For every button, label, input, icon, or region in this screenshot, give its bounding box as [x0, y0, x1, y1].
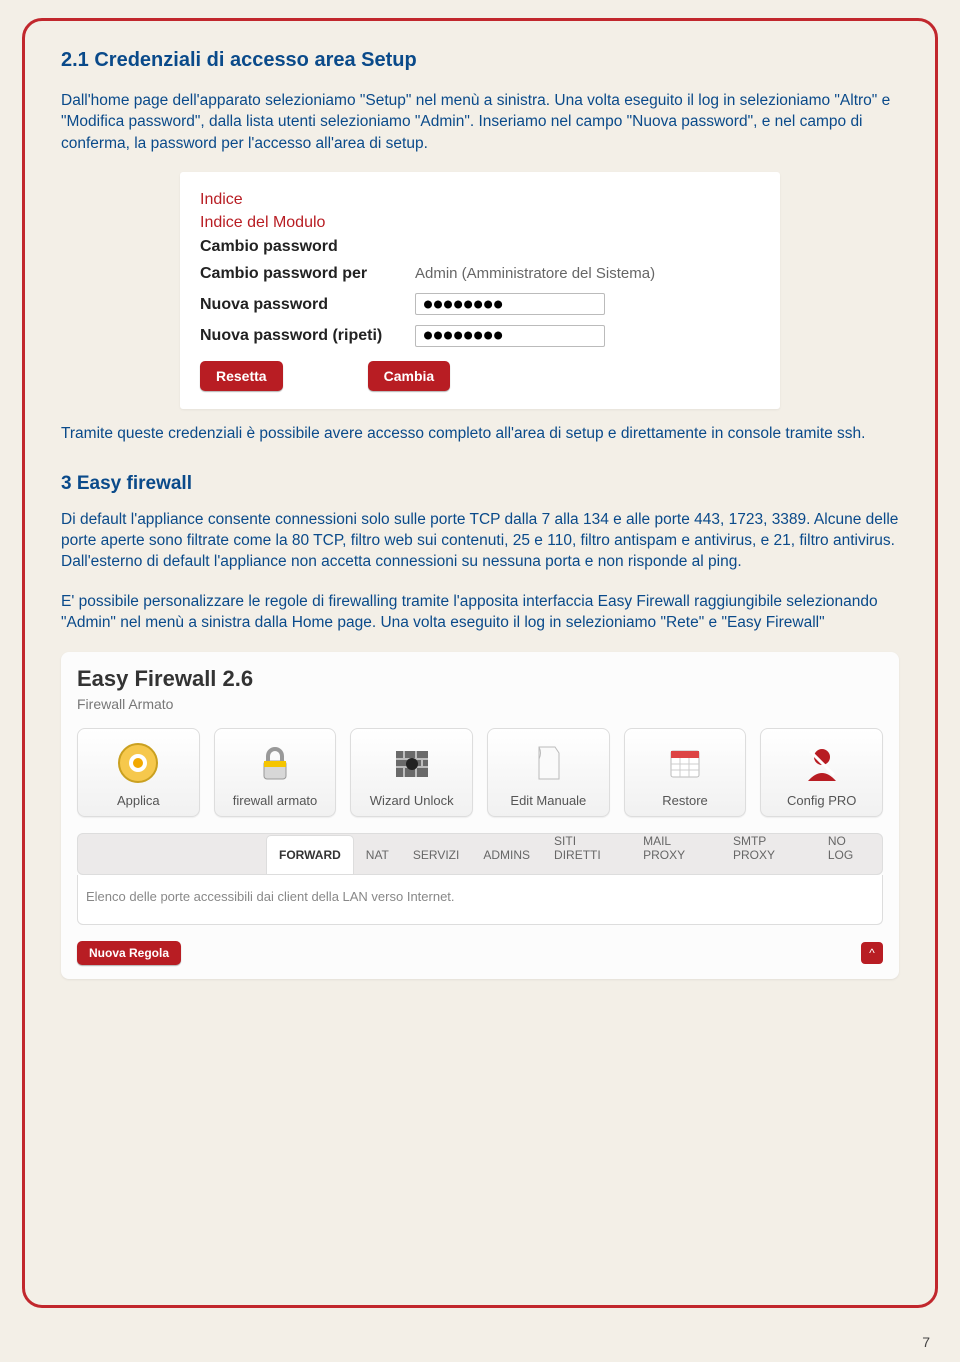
- link-indice-modulo[interactable]: Indice del Modulo: [200, 211, 760, 234]
- calendar-icon: [629, 739, 742, 787]
- toolbar-btn-restore[interactable]: Restore: [624, 728, 747, 817]
- tab-mail-proxy[interactable]: MAIL PROXY: [631, 833, 721, 874]
- change-button[interactable]: Cambia: [368, 361, 451, 391]
- tab-servizi[interactable]: SERVIZI: [401, 836, 471, 874]
- toolbar-btn-applica[interactable]: Applica: [77, 728, 200, 817]
- toolbar-label: Restore: [629, 793, 742, 808]
- tab-no-log[interactable]: NO LOG: [816, 833, 882, 874]
- input-nuova-password-ripeti[interactable]: [415, 325, 605, 347]
- tab-smtp-proxy[interactable]: SMTP PROXY: [721, 833, 816, 874]
- toolbar-label: Config PRO: [765, 793, 878, 808]
- reset-button[interactable]: Resetta: [200, 361, 283, 391]
- screenshot-easy-firewall: Easy Firewall 2.6 Firewall Armato Applic…: [61, 652, 899, 979]
- paragraph-firewall-1: Di default l'appliance consente connessi…: [61, 509, 899, 573]
- lock-icon: [219, 739, 332, 787]
- brickwall-icon: [355, 739, 468, 787]
- toolbar-label: Wizard Unlock: [355, 793, 468, 808]
- tab-description: Elenco delle porte accessibili dai clien…: [77, 875, 883, 925]
- toolbar-btn-edit[interactable]: Edit Manuale: [487, 728, 610, 817]
- toolbar-btn-armato[interactable]: firewall armato: [214, 728, 337, 817]
- label-cambio-password-per: Cambio password per: [200, 262, 405, 285]
- firewall-tabs: FORWARD NAT SERVIZI ADMINS SITI DIRETTI …: [77, 833, 883, 875]
- collapse-button[interactable]: ^: [861, 942, 883, 964]
- firewall-subtitle: Firewall Armato: [77, 696, 883, 712]
- value-user: Admin (Amministratore del Sistema): [415, 265, 655, 282]
- user-pro-icon: [765, 739, 878, 787]
- toolbar-btn-wizard[interactable]: Wizard Unlock: [350, 728, 473, 817]
- label-cambio-password: Cambio password: [200, 235, 760, 258]
- section-heading-3: 3 Easy firewall: [61, 473, 899, 495]
- tab-admins[interactable]: ADMINS: [471, 836, 542, 874]
- page-icon: [492, 739, 605, 787]
- paragraph-credenziali: Tramite queste credenziali è possibile a…: [61, 423, 899, 444]
- apply-icon: [82, 739, 195, 787]
- link-indice[interactable]: Indice: [200, 188, 760, 211]
- label-nuova-password: Nuova password: [200, 293, 405, 316]
- page-number: 7: [922, 1334, 930, 1350]
- input-nuova-password[interactable]: [415, 293, 605, 315]
- toolbar-btn-config[interactable]: Config PRO: [760, 728, 883, 817]
- tab-siti-diretti[interactable]: SITI DIRETTI: [542, 833, 631, 874]
- firewall-toolbar: Applica firewall armato Wizard Unlock: [77, 728, 883, 817]
- section-heading-2-1: 2.1 Credenziali di accesso area Setup: [61, 49, 899, 72]
- new-rule-button[interactable]: Nuova Regola: [77, 941, 181, 965]
- intro-paragraph-1: Dall'home page dell'apparato selezioniam…: [61, 90, 899, 154]
- toolbar-label: Applica: [82, 793, 195, 808]
- paragraph-firewall-2: E' possibile personalizzare le regole di…: [61, 591, 899, 634]
- tab-nat[interactable]: NAT: [354, 836, 401, 874]
- chevron-up-icon: ^: [869, 946, 875, 960]
- toolbar-label: firewall armato: [219, 793, 332, 808]
- toolbar-label: Edit Manuale: [492, 793, 605, 808]
- label-nuova-password-ripeti: Nuova password (ripeti): [200, 324, 405, 347]
- screenshot-password-change: Indice Indice del Modulo Cambio password…: [180, 172, 780, 409]
- firewall-title: Easy Firewall 2.6: [77, 666, 883, 692]
- tab-forward[interactable]: FORWARD: [266, 835, 354, 874]
